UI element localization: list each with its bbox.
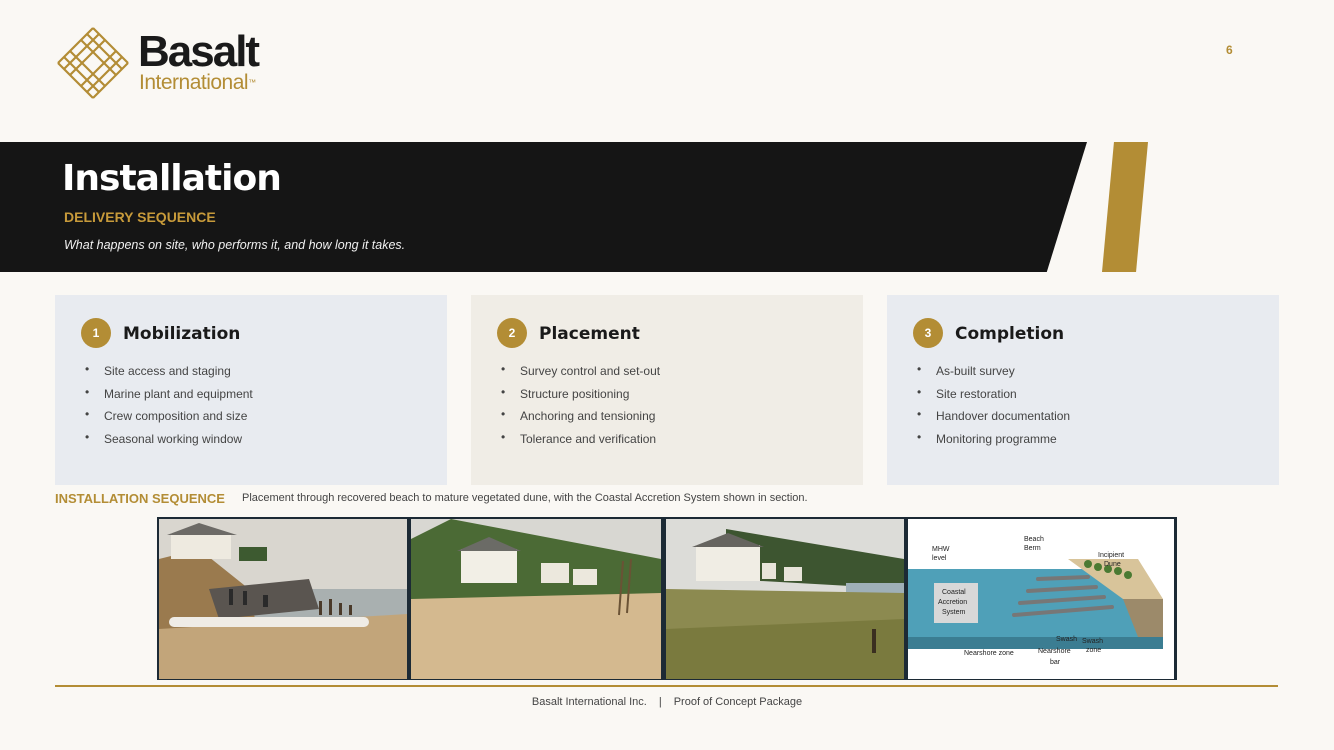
list-item: Site restoration <box>917 385 1070 410</box>
company-logo: Basalt International™ <box>54 24 274 104</box>
step-card-mobilization: 1 Mobilization Site access and staging M… <box>55 295 447 485</box>
footer-separator: | <box>658 696 662 708</box>
footer-divider <box>55 685 1278 687</box>
step-card-completion: 3 Completion As-built survey Site restor… <box>887 295 1279 485</box>
diagram-label-nearshore-zone: Nearshore zone <box>964 650 1014 657</box>
photo-vegetated-dune <box>666 519 904 679</box>
step-list: Site access and staging Marine plant and… <box>85 362 253 455</box>
accent-stripe <box>1102 142 1148 272</box>
list-item: Anchoring and tensioning <box>501 407 660 432</box>
step-number-badge: 2 <box>497 318 527 348</box>
photo-shoreline-placement <box>159 519 407 679</box>
diagram-label-swash: Swash <box>1056 636 1077 643</box>
sequence-description: Placement through recovered beach to mat… <box>242 492 808 504</box>
list-item: Marine plant and equipment <box>85 385 253 410</box>
photo-recovered-beach <box>411 519 661 679</box>
step-title: Mobilization <box>123 324 241 344</box>
footer-company: Basalt International Inc. <box>531 696 647 708</box>
coastal-accretion-system-diagram: Beach Berm MHW level Incipient Dune Coastal… <box>908 519 1174 679</box>
footer-document: Proof of Concept Package <box>673 696 803 708</box>
step-list: As-built survey Site restoration Handove… <box>917 362 1070 455</box>
page-tagline: What happens on site, who performs it, a… <box>64 238 406 252</box>
installation-photo-strip: Beach Berm MHW level Incipient Dune Coastal… <box>157 517 1177 680</box>
list-item: Handover documentation <box>917 407 1070 432</box>
footer: Basalt International Inc. | Proof of Conce… <box>0 696 1334 708</box>
list-item: Seasonal working window <box>85 430 253 455</box>
sequence-label: INSTALLATION SEQUENCE <box>55 491 225 506</box>
step-list: Survey control and set-out Structure pos… <box>501 362 660 455</box>
list-item: Survey control and set-out <box>501 362 660 387</box>
page-title: Installation <box>62 158 282 199</box>
step-title: Placement <box>539 324 640 344</box>
list-item: Tolerance and verification <box>501 430 660 455</box>
diagram-label-coastal-accretion-system: Coastal Accretion System <box>938 589 967 616</box>
step-title: Completion <box>955 324 1065 344</box>
list-item: Crew composition and size <box>85 407 253 432</box>
logo-wordmark: Basalt <box>138 27 260 76</box>
list-item: Monitoring programme <box>917 430 1070 455</box>
step-number-badge: 1 <box>81 318 111 348</box>
page-subtitle: DELIVERY SEQUENCE <box>64 209 216 225</box>
step-card-placement: 2 Placement Survey control and set-out S… <box>471 295 863 485</box>
page-number: 6 <box>1226 43 1233 57</box>
list-item: As-built survey <box>917 362 1070 387</box>
woven-lattice-icon <box>57 27 129 99</box>
step-number-badge: 3 <box>913 318 943 348</box>
logo-subtitle: International™ <box>139 71 256 94</box>
list-item: Structure positioning <box>501 385 660 410</box>
list-item: Site access and staging <box>85 362 253 387</box>
